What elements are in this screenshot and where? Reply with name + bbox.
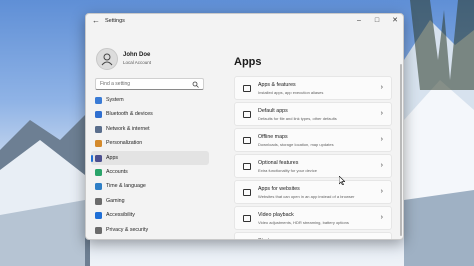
accessibility-icon: [95, 212, 102, 220]
card-title: Default apps: [258, 108, 288, 114]
settings-card-optional-features[interactable]: Optional features Extra functionality for…: [234, 154, 392, 178]
settings-card-apps-for-websites[interactable]: Apps for websites Websites that can open …: [234, 180, 392, 204]
sidebar-item-system[interactable]: System: [91, 93, 209, 107]
avatar[interactable]: [96, 48, 118, 70]
page-title: Apps: [234, 56, 262, 68]
sidebar-item-time-language[interactable]: Time & language: [91, 179, 209, 193]
sidebar-item-label: Accounts: [106, 168, 128, 175]
gamepad-icon: [95, 197, 102, 205]
card-description: Downloads, storage location, map updates: [258, 141, 334, 147]
card-title: Startup: [258, 238, 275, 239]
card-description: Extra functionality for your device: [258, 167, 317, 173]
account-type: Local Account: [123, 60, 152, 65]
chevron-right-icon: ›: [380, 136, 383, 143]
sidebar-item-accessibility[interactable]: Accessibility: [91, 208, 209, 222]
title-bar: ← Settings – □ ✕: [86, 14, 403, 30]
card-title: Apps & features: [258, 82, 296, 88]
sidebar-item-privacy-security[interactable]: Privacy & security: [91, 223, 209, 237]
settings-card-apps-features[interactable]: Apps & features Installed apps, app execu…: [234, 76, 392, 100]
back-button[interactable]: ←: [92, 16, 100, 25]
settings-window: ← Settings – □ ✕ John Doe Local Account …: [85, 13, 404, 240]
card-title: Optional features: [258, 160, 299, 166]
card-description: Websites that can open in an app instead…: [258, 193, 355, 199]
settings-card-video-playback[interactable]: Video playback Video adjustments, HDR str…: [234, 206, 392, 230]
apps-settings-list: Apps & features Installed apps, app execu…: [234, 76, 392, 239]
sidebar-item-label: Bluetooth & devices: [106, 111, 153, 118]
sidebar-item-bluetooth-devices[interactable]: Bluetooth & devices: [91, 107, 209, 121]
apps-icon: [95, 154, 102, 162]
chevron-right-icon: ›: [380, 110, 383, 117]
shield-icon: [95, 226, 102, 234]
settings-card-startup[interactable]: StartupApps that start automatically whe…: [234, 232, 392, 239]
sidebar-item-label: System: [106, 97, 124, 103]
card-title: Offline maps: [258, 134, 288, 140]
sidebar-item-personalization[interactable]: Personalization: [91, 136, 209, 150]
person-icon: [95, 168, 102, 176]
sidebar-item-label: Network & internet: [106, 125, 150, 132]
minimize-button[interactable]: –: [354, 16, 364, 26]
apps-features-icon: [243, 85, 251, 92]
card-title: Video playback: [258, 212, 294, 218]
search-placeholder: Find a setting: [100, 81, 131, 87]
window-title: Settings: [105, 18, 125, 24]
sidebar-item-gaming[interactable]: Gaming: [91, 194, 209, 208]
chevron-right-icon: ›: [380, 188, 383, 195]
card-description: Installed apps, app execution aliases: [258, 89, 324, 95]
search-input[interactable]: Find a setting: [95, 78, 204, 90]
search-icon: [192, 81, 199, 88]
maximize-button[interactable]: □: [372, 16, 382, 26]
chevron-right-icon: ›: [380, 84, 383, 91]
chevron-right-icon: ›: [380, 214, 383, 221]
brush-icon: [95, 140, 102, 148]
sidebar-item-apps[interactable]: Apps: [91, 150, 209, 165]
settings-card-offline-maps[interactable]: Offline maps Downloads, storage location,…: [234, 128, 392, 152]
sidebar-item-accounts[interactable]: Accounts: [91, 165, 209, 179]
monitor-icon: [95, 97, 102, 104]
sidebar-item-label: Apps: [106, 154, 119, 161]
sidebar-item-label: Accessibility: [106, 212, 135, 219]
card-title: Apps for websites: [258, 186, 300, 192]
person-icon: [101, 53, 113, 66]
globe-clock-icon: [95, 183, 102, 191]
card-description: Defaults for file and link types, other …: [258, 115, 337, 121]
sidebar-item-label: Time & language: [106, 183, 146, 190]
sidebar-item-label: Privacy & security: [106, 226, 149, 233]
scrollbar[interactable]: [400, 64, 402, 236]
sidebar-item-label: Personalization: [106, 140, 143, 147]
chevron-right-icon: ›: [380, 162, 383, 169]
close-button[interactable]: ✕: [390, 16, 400, 26]
sidebar-item-label: Gaming: [106, 197, 125, 204]
optional-features-icon: [243, 163, 251, 170]
bluetooth-icon: [95, 111, 102, 119]
network-icon: [95, 125, 102, 133]
mouse-cursor-icon: [339, 176, 345, 185]
web-apps-icon: [243, 189, 251, 196]
sidebar-nav: System Bluetooth & devices Network & inter…: [91, 93, 209, 239]
card-description: Video adjustments, HDR streaming, batter…: [258, 219, 349, 225]
video-icon: [243, 215, 251, 222]
default-apps-icon: [243, 111, 251, 118]
sidebar-item-windows-update[interactable]: Windows Update: [91, 237, 209, 239]
user-name: John Doe: [123, 52, 151, 58]
settings-card-default-apps[interactable]: Default apps Defaults for file and link t…: [234, 102, 392, 126]
map-icon: [243, 137, 251, 144]
sidebar-item-network-internet[interactable]: Network & internet: [91, 122, 209, 136]
